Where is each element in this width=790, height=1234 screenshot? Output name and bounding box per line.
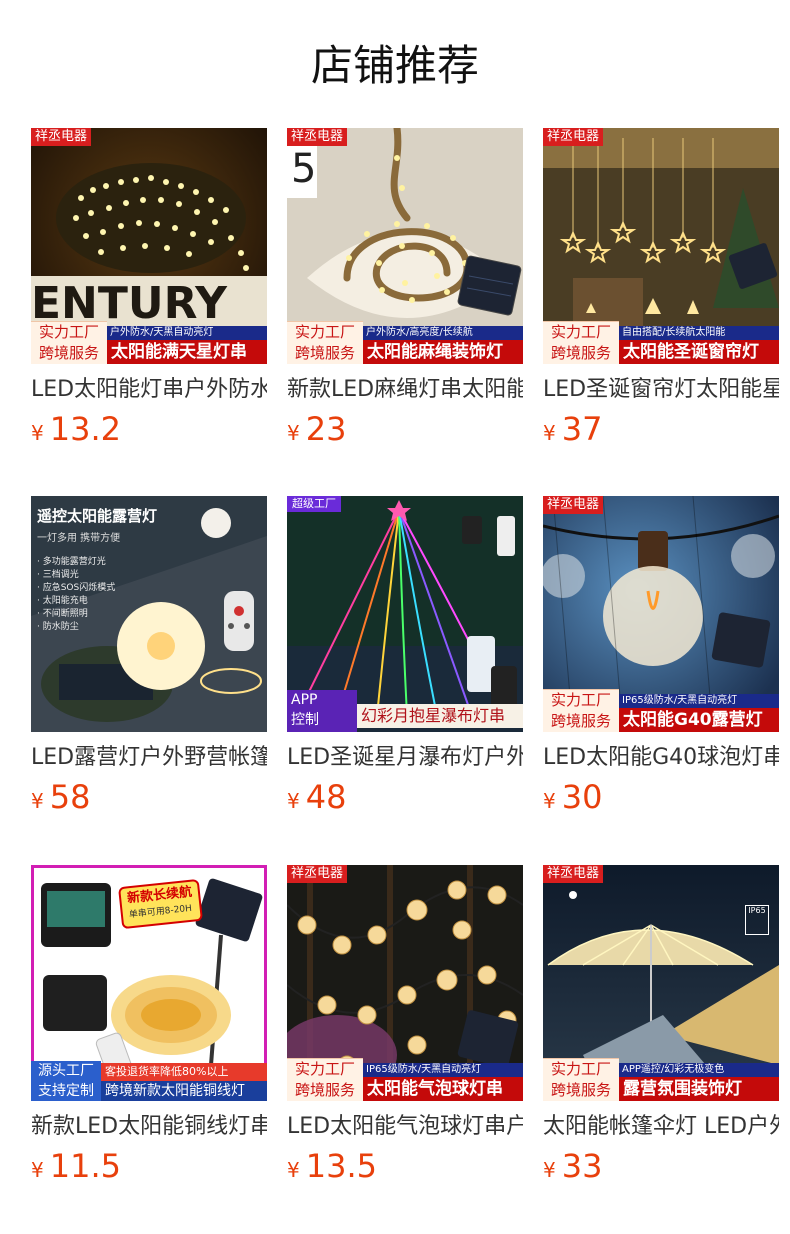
product-card[interactable]: 祥丞电器 实力工厂 跨境服务 自由搭配/长续航太阳能 太阳能圣诞窗帘灯 LED圣… [543, 128, 779, 448]
feature-item: · 应急SOS闪烁模式 [37, 583, 116, 593]
price-value: 13.5 [305, 1147, 377, 1185]
product-image[interactable]: 祥丞电器 实力工厂 跨境服务 IP65级防水/天黑自动亮灯 太阳能气泡球灯串 [287, 865, 523, 1101]
product-image[interactable]: 5 祥丞电器 实力工厂 跨境服务 户外防水/高亮度/长续航 太阳能麻绳装饰灯 [287, 128, 523, 364]
svg-text:5: 5 [291, 146, 316, 192]
feature-strip: 户外防水/高亮度/长续航 [363, 326, 523, 340]
product-name[interactable]: LED圣诞星月瀑布灯户外装饰 [287, 742, 523, 774]
service-badge: 实力工厂 跨境服务 [287, 321, 363, 364]
product-image[interactable]: 超级工厂 APP 控制 幻彩月抱星瀑布灯串 [287, 496, 523, 732]
price-value: 23 [305, 410, 347, 448]
brand-tag: 祥丞电器 [543, 496, 604, 514]
product-name[interactable]: LED太阳能灯串户外防水花园庭院装饰灯 [31, 374, 267, 406]
brand-tag: 祥丞电器 [543, 128, 604, 146]
feature-strip: APP遥控/幻彩无极变色 [619, 1063, 779, 1077]
product-image[interactable]: 新款长续航 单串可用8-20H 源头工厂 支持定制 客投退货率降低80%以上 跨… [31, 865, 267, 1101]
price-value: 33 [561, 1147, 603, 1185]
product-headline: 遥控太阳能露营灯 [37, 507, 158, 525]
product-name[interactable]: LED露营灯户外野营帐篷灯太阳能 [31, 742, 267, 774]
feature-strip: 自由搭配/长续航太阳能 [619, 326, 779, 340]
product-card[interactable]: 遥控太阳能露营灯 一灯多用 携带方便 · 多功能露营灯光 · 三档调光 · 应急… [31, 496, 267, 816]
factory-badge: 源头工厂 支持定制 [31, 1061, 101, 1101]
product-card[interactable]: 5 祥丞电器 实力工厂 跨境服务 户外防水/高亮度/长续航 太阳能麻绳装饰灯 新… [287, 128, 523, 448]
feature-strip: IP65级防水/天黑自动亮灯 [619, 694, 779, 708]
product-banner: 太阳能G40露营灯 [619, 708, 779, 732]
currency-symbol: ¥ [287, 1158, 300, 1182]
price-value: 58 [49, 778, 91, 816]
service-badge: 实力工厂 跨境服务 [543, 321, 619, 364]
feature-item: · 多功能露营灯光 [37, 557, 106, 567]
service-badge: 实力工厂 跨境服务 [31, 321, 107, 364]
product-card[interactable]: 祥丞电器 实力工厂 跨境服务 IP65级防水/天黑自动亮灯 太阳能气泡球灯串 L… [287, 865, 523, 1185]
product-name[interactable]: 太阳能帐篷伞灯 LED户外露营 [543, 1111, 779, 1143]
price-value: 48 [305, 778, 347, 816]
store-recommendations-page: 店铺推荐 ENTURY 祥丞电器 实力工厂 跨境服务 户外防水/天黑自动亮灯 太… [0, 0, 790, 1234]
currency-symbol: ¥ [31, 789, 44, 813]
brand-tag: 祥丞电器 [287, 865, 348, 883]
product-card[interactable]: 超级工厂 APP 控制 幻彩月抱星瀑布灯串 LED圣诞星月瀑布灯户外装饰 ¥48 [287, 496, 523, 816]
product-name[interactable]: LED圣诞窗帘灯太阳能星星挂灯 [543, 374, 779, 406]
product-banner: 幻彩月抱星瀑布灯串 [357, 704, 523, 728]
product-price: ¥13.5 [287, 1147, 523, 1185]
product-price: ¥23 [287, 410, 523, 448]
price-value: 11.5 [49, 1147, 121, 1185]
service-badge: 实力工厂 跨境服务 [543, 689, 619, 732]
feature-list: · 多功能露营灯光 · 三档调光 · 应急SOS闪烁模式 · 太阳能充电 · 不… [37, 556, 115, 634]
promo-stamp: 新款长续航 单串可用8-20H [118, 878, 203, 930]
currency-symbol: ¥ [287, 789, 300, 813]
currency-symbol: ¥ [31, 421, 44, 445]
product-card[interactable]: ENTURY 祥丞电器 实力工厂 跨境服务 户外防水/天黑自动亮灯 太阳能满天星… [31, 128, 267, 448]
brand-tag: 祥丞电器 [287, 128, 348, 146]
product-subline: 一灯多用 携带方便 [37, 533, 121, 544]
price-value: 13.2 [49, 410, 121, 448]
product-image[interactable]: 祥丞电器 实力工厂 跨境服务 自由搭配/长续航太阳能 太阳能圣诞窗帘灯 [543, 128, 779, 364]
currency-symbol: ¥ [287, 421, 300, 445]
price-value: 37 [561, 410, 603, 448]
brand-tag: 祥丞电器 [31, 128, 92, 146]
product-price: ¥58 [31, 778, 267, 816]
currency-symbol: ¥ [543, 1158, 556, 1182]
product-image[interactable]: 祥丞电器 IP65 实力工厂 跨境服务 APP遥控/幻彩无极变色 露营氛围装饰灯 [543, 865, 779, 1101]
product-banner: 跨境新款太阳能铜线灯 [101, 1081, 267, 1101]
product-card[interactable]: 新款长续航 单串可用8-20H 源头工厂 支持定制 客投退货率降低80%以上 跨… [31, 865, 267, 1185]
product-banner: 太阳能圣诞窗帘灯 [619, 340, 779, 364]
currency-symbol: ¥ [543, 421, 556, 445]
feature-strip: IP65级防水/天黑自动亮灯 [363, 1063, 523, 1077]
product-banner: 露营氛围装饰灯 [619, 1077, 779, 1101]
product-banner: 太阳能麻绳装饰灯 [363, 340, 523, 364]
app-control-badge: APP 控制 [287, 690, 357, 732]
product-image[interactable]: 祥丞电器 实力工厂 跨境服务 IP65级防水/天黑自动亮灯 太阳能G40露营灯 [543, 496, 779, 732]
service-badge: 实力工厂 跨境服务 [287, 1058, 363, 1101]
service-badge: 实力工厂 跨境服务 [543, 1058, 619, 1101]
feature-item: · 太阳能充电 [37, 596, 88, 606]
product-banner: 太阳能气泡球灯串 [363, 1077, 523, 1101]
feature-strip: 户外防水/天黑自动亮灯 [107, 326, 267, 340]
product-image[interactable]: ENTURY 祥丞电器 实力工厂 跨境服务 户外防水/天黑自动亮灯 太阳能满天星… [31, 128, 267, 364]
product-card[interactable]: 祥丞电器 实力工厂 跨境服务 IP65级防水/天黑自动亮灯 太阳能G40露营灯 … [543, 496, 779, 816]
page-title: 店铺推荐 [310, 41, 479, 90]
product-card[interactable]: 祥丞电器 IP65 实力工厂 跨境服务 APP遥控/幻彩无极变色 露营氛围装饰灯… [543, 865, 779, 1185]
product-price: ¥30 [543, 778, 779, 816]
feature-item: · 三档调光 [37, 570, 79, 580]
waterproof-icon: IP65 [745, 905, 769, 935]
product-price: ¥37 [543, 410, 779, 448]
product-name[interactable]: 新款LED太阳能铜线灯串户外防水 [31, 1111, 267, 1143]
product-price: ¥48 [287, 778, 523, 816]
super-factory-tag: 超级工厂 [287, 496, 341, 512]
product-price: ¥11.5 [31, 1147, 267, 1185]
product-image[interactable]: 遥控太阳能露营灯 一灯多用 携带方便 · 多功能露营灯光 · 三档调光 · 应急… [31, 496, 267, 732]
currency-symbol: ¥ [543, 789, 556, 813]
product-price: ¥33 [543, 1147, 779, 1185]
price-value: 30 [561, 778, 603, 816]
feature-item: · 不间断照明 [37, 609, 88, 619]
product-name[interactable]: 新款LED麻绳灯串太阳能户外装饰 [287, 374, 523, 406]
product-banner: 太阳能满天星灯串 [107, 340, 267, 364]
product-price: ¥13.2 [31, 410, 267, 448]
feature-strip: 客投退货率降低80%以上 [101, 1063, 267, 1081]
product-name[interactable]: LED太阳能气泡球灯串户外装饰 [287, 1111, 523, 1143]
brand-tag: 祥丞电器 [543, 865, 604, 883]
feature-item: · 防水防尘 [37, 622, 79, 632]
currency-symbol: ¥ [31, 1158, 44, 1182]
product-name[interactable]: LED太阳能G40球泡灯串户外 [543, 742, 779, 774]
